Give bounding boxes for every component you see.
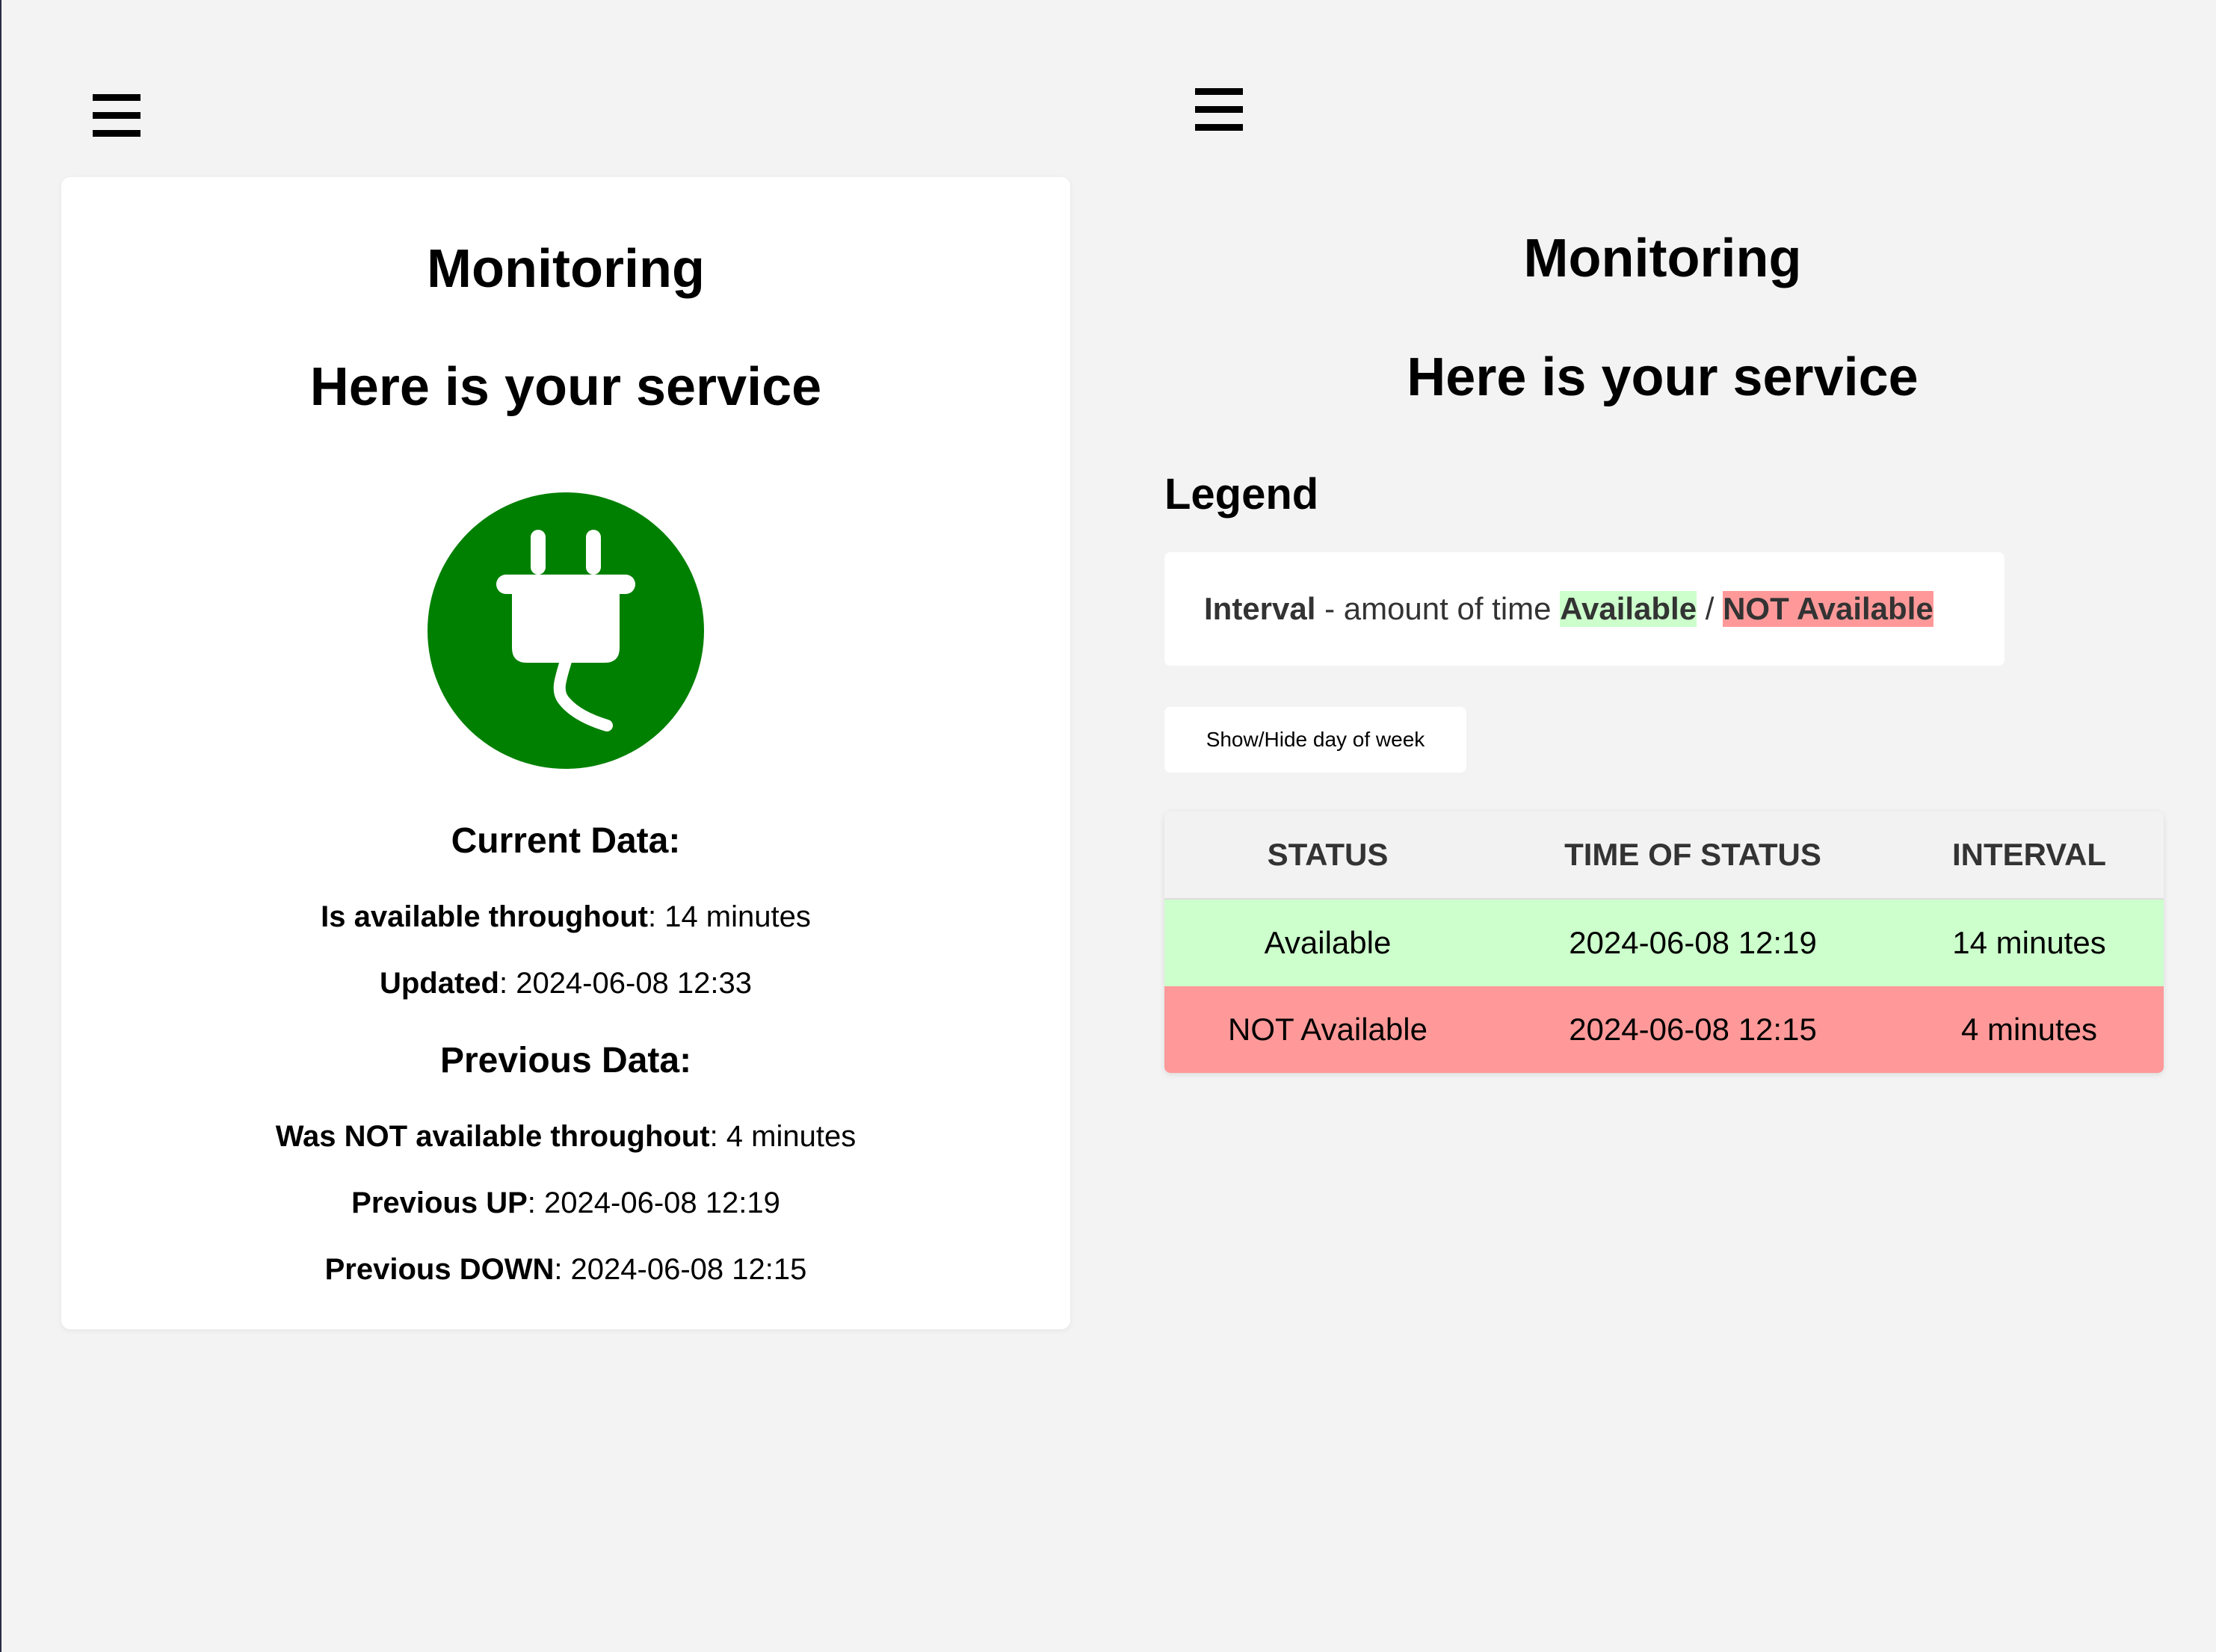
- not-available-label: Was NOT available throughout: [275, 1120, 710, 1153]
- toggle-day-of-week-button[interactable]: Show/Hide day of week: [1164, 707, 1466, 773]
- current-available-line: Is available throughout: 14 minutes: [61, 902, 1070, 932]
- previous-up-label: Previous UP: [351, 1187, 528, 1219]
- previous-down-label: Previous DOWN: [324, 1253, 555, 1286]
- previous-not-available-line: Was NOT available throughout: 4 minutes: [61, 1122, 1070, 1151]
- service-status-card: Monitoring Here is your service Current …: [61, 177, 1070, 1329]
- hamburger-menu-icon[interactable]: [1195, 88, 1243, 131]
- updated-value: : 2024-06-08 12:33: [499, 967, 753, 1000]
- legend-heading: Legend: [1164, 470, 1319, 519]
- column-header-status: STATUS: [1164, 811, 1491, 900]
- interval-cell: 4 minutes: [1895, 986, 2164, 1073]
- updated-label: Updated: [379, 967, 499, 1000]
- column-header-time: TIME OF STATUS: [1491, 811, 1895, 900]
- legend-available: Available: [1560, 591, 1697, 627]
- time-cell: 2024-06-08 12:19: [1491, 899, 1895, 986]
- not-available-value: : 4 minutes: [709, 1120, 857, 1153]
- menu-bar: [93, 112, 141, 119]
- menu-bar: [1195, 124, 1243, 131]
- current-data-heading: Current Data:: [451, 821, 681, 861]
- page-title: Monitoring: [427, 239, 705, 299]
- legend-separator: /: [1697, 591, 1723, 626]
- table-row: Available 2024-06-08 12:19 14 minutes: [1164, 899, 2164, 986]
- page-title: Monitoring: [1523, 229, 1802, 288]
- status-cell: Available: [1164, 899, 1491, 986]
- previous-data-heading: Previous Data:: [439, 1041, 692, 1080]
- previous-up-value: : 2024-06-08 12:19: [527, 1187, 780, 1219]
- table-header-row: STATUS TIME OF STATUS INTERVAL: [1164, 811, 2164, 900]
- legend-description: - amount of time: [1315, 591, 1561, 626]
- previous-down-line: Previous DOWN: 2024-06-08 12:15: [61, 1255, 1070, 1284]
- menu-bar: [93, 130, 141, 137]
- updated-line: Updated: 2024-06-08 12:33: [61, 968, 1070, 998]
- available-value: : 14 minutes: [647, 900, 811, 933]
- column-header-interval: INTERVAL: [1895, 811, 2164, 900]
- hamburger-menu-icon[interactable]: [93, 94, 141, 137]
- available-label: Is available throughout: [321, 900, 648, 933]
- page-subtitle: Here is your service: [1407, 347, 1919, 407]
- interval-cell: 14 minutes: [1895, 899, 2164, 986]
- table-row: NOT Available 2024-06-08 12:15 4 minutes: [1164, 986, 2164, 1073]
- status-cell: NOT Available: [1164, 986, 1491, 1073]
- page-subtitle: Here is your service: [309, 357, 822, 417]
- legend-not-available: NOT Available: [1723, 591, 1933, 627]
- time-cell: 2024-06-08 12:15: [1491, 986, 1895, 1073]
- status-history-table: STATUS TIME OF STATUS INTERVAL Available…: [1164, 811, 2164, 1073]
- menu-bar: [1195, 88, 1243, 95]
- previous-down-value: : 2024-06-08 12:15: [554, 1253, 807, 1286]
- previous-up-line: Previous UP: 2024-06-08 12:19: [61, 1188, 1070, 1218]
- menu-bar: [93, 94, 141, 101]
- menu-bar: [1195, 106, 1243, 113]
- legend-term: Interval: [1204, 591, 1316, 626]
- legend-box: Interval - amount of time Available / NO…: [1164, 552, 2004, 666]
- plug-icon: [428, 492, 704, 769]
